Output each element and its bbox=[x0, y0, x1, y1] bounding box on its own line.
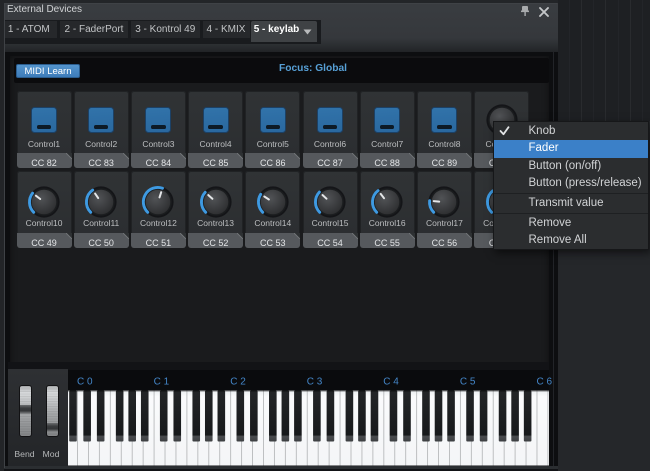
svg-text:C 4: C 4 bbox=[383, 377, 399, 388]
svg-text:C 3: C 3 bbox=[307, 377, 323, 388]
svg-text:C 2: C 2 bbox=[230, 377, 246, 388]
svg-text:C 5: C 5 bbox=[460, 377, 476, 388]
svg-text:C 0: C 0 bbox=[77, 377, 93, 388]
svg-text:C 1: C 1 bbox=[154, 377, 170, 388]
svg-text:C 6: C 6 bbox=[537, 377, 553, 388]
